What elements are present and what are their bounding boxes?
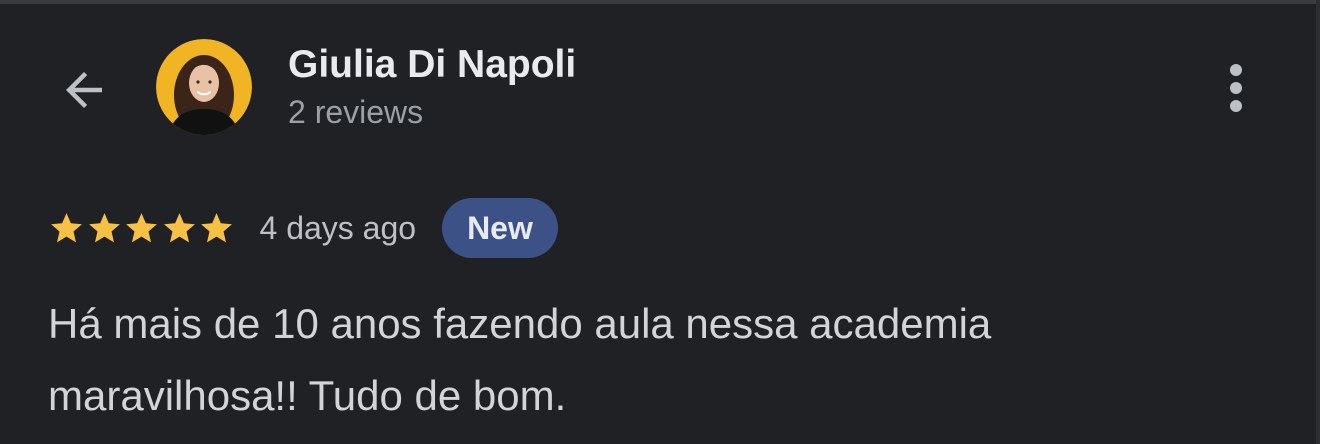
- review-date: 4 days ago: [259, 209, 417, 246]
- reviewer-name[interactable]: Giulia Di Napoli: [288, 42, 576, 88]
- more-options-button[interactable]: [1212, 58, 1260, 118]
- reviewer-info[interactable]: Giulia Di Napoli 2 reviews: [288, 42, 576, 132]
- new-badge: New: [442, 198, 558, 258]
- star-icon: [201, 212, 232, 242]
- star-icon: [88, 212, 120, 242]
- star-icon: [163, 212, 195, 242]
- review-text: Há mais de 10 anos fazendo aula nessa ac…: [48, 300, 992, 419]
- back-button[interactable]: [52, 58, 116, 122]
- rating-row: 4 days ago New: [48, 198, 558, 258]
- avatar[interactable]: [156, 39, 252, 135]
- more-vert-icon: [1230, 64, 1242, 112]
- star-icon: [126, 212, 157, 242]
- star-rating: [48, 210, 236, 247]
- window-top-edge: [0, 0, 1320, 4]
- reviewer-photo: [156, 39, 252, 135]
- star-icon: [51, 212, 82, 242]
- window-right-edge: [1316, 0, 1320, 444]
- arrow-back-icon: [66, 72, 102, 108]
- review-count: 2 reviews: [288, 94, 424, 130]
